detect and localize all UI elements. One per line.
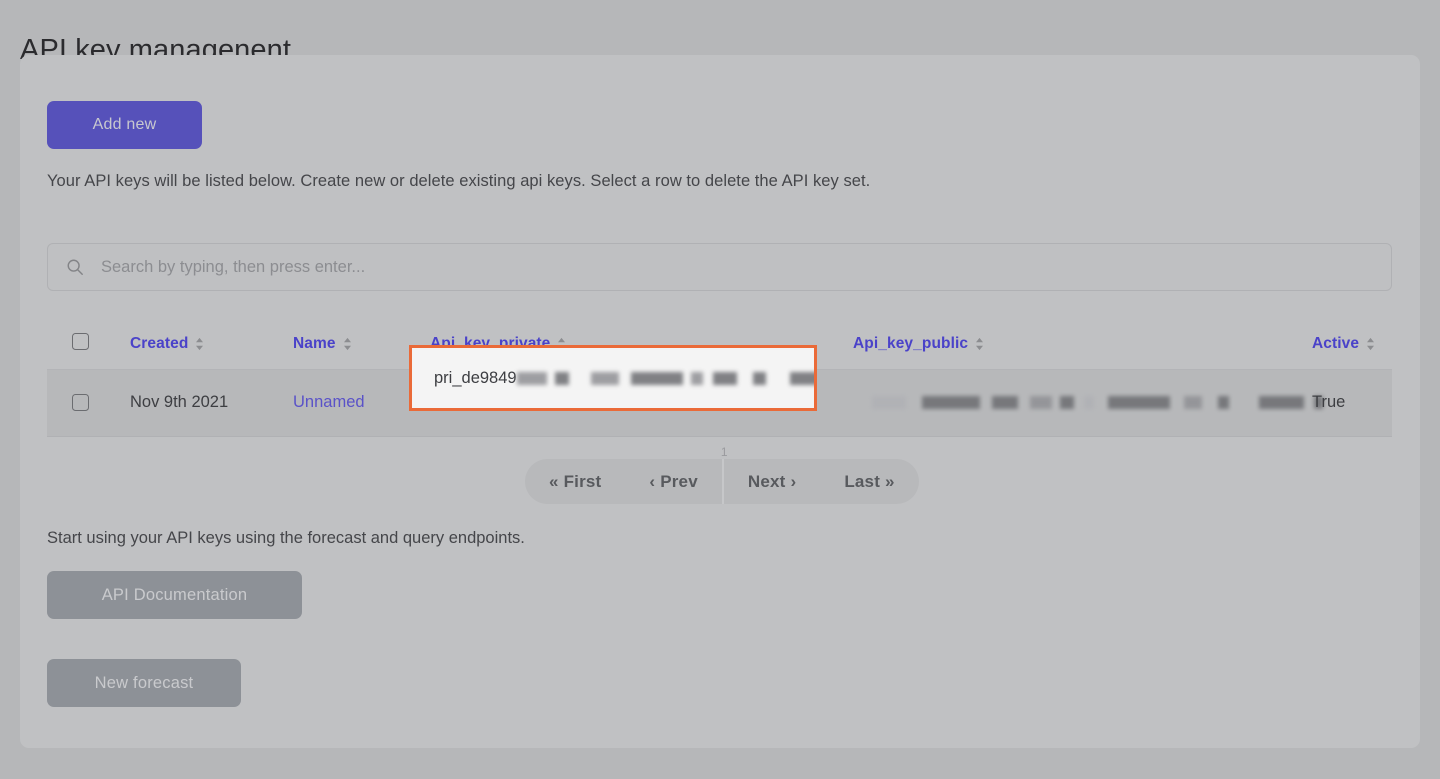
sort-icon	[343, 337, 351, 351]
cell-api-key-public-redacted	[867, 393, 1323, 411]
redaction-block	[752, 371, 766, 385]
api-documentation-button[interactable]: API Documentation	[47, 571, 302, 619]
cell-active: True	[1312, 393, 1346, 411]
new-forecast-button[interactable]: New forecast	[47, 659, 241, 707]
redaction-block	[554, 371, 569, 385]
description-text: Your API keys will be listed below. Crea…	[47, 172, 871, 190]
redaction-block	[712, 371, 737, 385]
pagination-left-group: « First ‹ Prev	[525, 459, 722, 504]
api-keys-card: Add new Your API keys will be listed bel…	[20, 55, 1420, 748]
search-box[interactable]	[47, 243, 1392, 291]
api-key-management-page: API key managenent Add new Your API keys…	[0, 0, 1440, 779]
sort-icon	[196, 337, 204, 351]
column-header-label: Name	[293, 335, 336, 352]
redaction-block	[690, 371, 703, 385]
redaction-block	[872, 395, 906, 409]
cell-api-key-private: pri_de9849	[434, 368, 814, 388]
redaction-block	[1218, 395, 1229, 409]
table-row[interactable]: Nov 9th 2021 Unnamed True pri_de9849	[47, 345, 1392, 437]
redaction-block	[1030, 395, 1052, 409]
column-header-label: Created	[130, 335, 189, 352]
column-header-label: Active	[1312, 335, 1360, 352]
row-select-checkbox[interactable]	[72, 394, 89, 411]
redaction-block	[630, 371, 683, 385]
api-key-private-cell-highlighted[interactable]: pri_de9849	[409, 345, 817, 411]
sort-icon	[976, 337, 984, 351]
sort-icon	[1367, 337, 1375, 351]
pagination-right-group: Next › Last »	[723, 459, 919, 504]
column-header-name[interactable]: Name	[293, 335, 352, 353]
redaction-block	[922, 395, 980, 409]
redaction-block	[1108, 395, 1170, 409]
search-icon	[67, 259, 83, 275]
search-input[interactable]	[101, 257, 1301, 277]
pagination-next-button[interactable]: Next ›	[724, 459, 820, 504]
pagination-last-button[interactable]: Last »	[820, 459, 918, 504]
column-header-label: Api_key_public	[853, 335, 969, 352]
pagination: « First ‹ Prev 1 Next › Last »	[525, 445, 919, 504]
redaction-block	[1184, 395, 1202, 409]
add-new-button[interactable]: Add new	[47, 101, 202, 149]
api-key-private-text: pri_de9849	[434, 368, 517, 387]
api-keys-table: Created Name Api_key_private Api_key_pub…	[47, 319, 1392, 437]
redaction-block	[789, 371, 814, 385]
pagination-divider: 1	[721, 445, 728, 504]
redaction-block	[516, 371, 547, 385]
select-all-checkbox[interactable]	[72, 333, 89, 350]
redaction-block	[590, 371, 619, 385]
column-header-created[interactable]: Created	[130, 335, 204, 353]
redaction-block	[992, 395, 1018, 409]
cell-name-link[interactable]: Unnamed	[293, 393, 365, 412]
redaction-block	[1259, 395, 1304, 409]
pagination-first-button[interactable]: « First	[525, 459, 625, 504]
pagination-current-page: 1	[720, 445, 728, 459]
column-header-api-key-public[interactable]: Api_key_public	[853, 335, 984, 353]
pagination-prev-button[interactable]: ‹ Prev	[625, 459, 721, 504]
redaction-block	[1084, 395, 1094, 409]
footer-text: Start using your API keys using the fore…	[47, 529, 525, 547]
redaction-block	[1060, 395, 1074, 409]
column-header-active[interactable]: Active	[1312, 335, 1375, 353]
cell-created: Nov 9th 2021	[130, 393, 229, 411]
